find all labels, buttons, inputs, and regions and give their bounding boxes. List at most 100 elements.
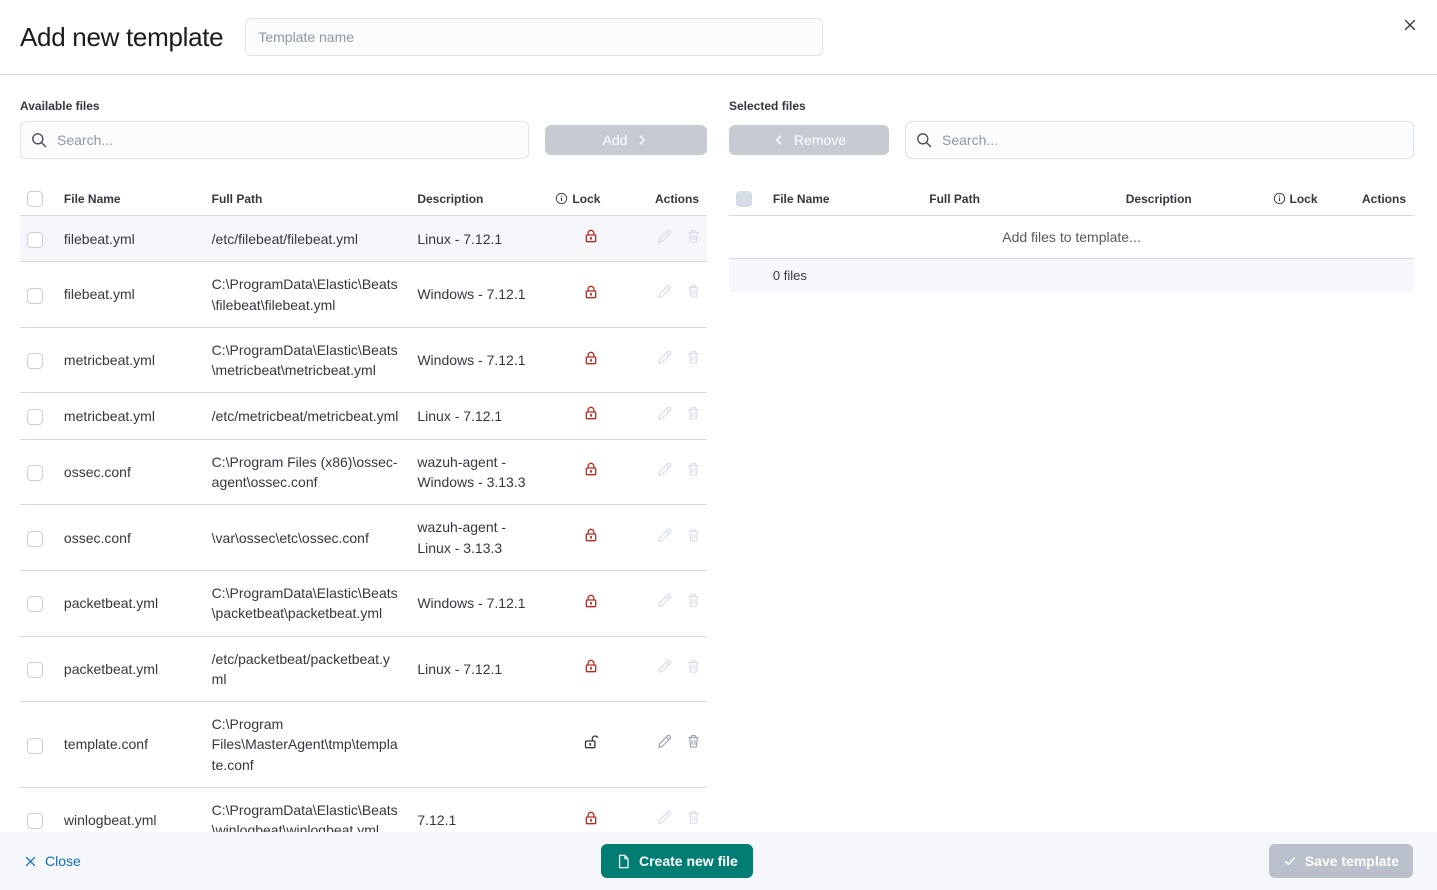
delete-trash-icon[interactable] [686, 350, 701, 365]
save-button-label: Save template [1305, 853, 1399, 869]
delete-trash-icon[interactable] [686, 462, 701, 477]
column-header-description: Description [409, 183, 547, 216]
column-header-lock: Lock [1265, 183, 1354, 216]
edit-pencil-icon[interactable] [657, 810, 672, 825]
selected-controls: Remove [729, 121, 1414, 159]
row-checkbox[interactable] [27, 353, 43, 369]
file-row: metricbeat.yml/etc/metricbeat/metricbeat… [20, 393, 707, 439]
remove-button-label: Remove [794, 132, 846, 148]
row-checkbox[interactable] [27, 662, 43, 678]
file-row: template.confC:\Program Files\MasterAgen… [20, 702, 707, 788]
empty-table-message: Add files to template... [729, 216, 1414, 259]
description-cell: wazuh-agent - Linux - 3.13.3 [409, 505, 547, 571]
modal-header: Add new template [0, 0, 1437, 75]
available-controls: Add [20, 121, 707, 159]
lock-closed-icon [583, 658, 599, 674]
edit-pencil-icon[interactable] [657, 462, 672, 477]
file-row: packetbeat.yml/etc/packetbeat/packetbeat… [20, 636, 707, 702]
delete-trash-icon[interactable] [686, 593, 701, 608]
select-all-checkbox-disabled [736, 191, 752, 207]
column-header-full-path: Full Path [204, 183, 410, 216]
delete-trash-icon[interactable] [686, 284, 701, 299]
delete-trash-icon[interactable] [686, 734, 701, 749]
remove-button[interactable]: Remove [729, 125, 889, 155]
edit-pencil-icon[interactable] [657, 734, 672, 749]
delete-trash-icon[interactable] [686, 810, 701, 825]
selected-search-input[interactable] [905, 121, 1414, 159]
close-x-icon [24, 855, 37, 868]
description-cell: Windows - 7.12.1 [409, 327, 547, 393]
close-icon[interactable] [1401, 16, 1419, 34]
lock-closed-icon [583, 284, 599, 300]
file-row: ossec.confC:\Program Files (x86)\ossec-a… [20, 439, 707, 505]
row-checkbox[interactable] [27, 409, 43, 425]
lock-closed-icon [583, 810, 599, 826]
column-header-file-name: File Name [765, 183, 921, 216]
template-name-input[interactable] [245, 18, 823, 56]
selected-files-table: File Name Full Path Description Lock Act… [729, 183, 1414, 292]
file-name-cell: template.conf [56, 702, 204, 788]
row-checkbox[interactable] [27, 232, 43, 248]
selected-search [905, 121, 1414, 159]
info-icon [555, 192, 568, 205]
row-checkbox[interactable] [27, 738, 43, 754]
available-files-label: Available files [20, 99, 707, 113]
column-header-actions: Actions [1354, 183, 1414, 216]
delete-trash-icon[interactable] [686, 528, 701, 543]
file-name-cell: filebeat.yml [56, 262, 204, 328]
full-path-cell: C:\Program Files (x86)\ossec-agent\ossec… [204, 439, 410, 505]
row-checkbox[interactable] [27, 465, 43, 481]
full-path-cell: /etc/metricbeat/metricbeat.yml [204, 393, 410, 439]
description-cell: Windows - 7.12.1 [409, 570, 547, 636]
add-button-label: Add [603, 132, 628, 148]
file-name-cell: ossec.conf [56, 505, 204, 571]
edit-pencil-icon[interactable] [657, 528, 672, 543]
selected-table-header-row: File Name Full Path Description Lock Act… [729, 183, 1414, 216]
file-row: filebeat.ymlC:\ProgramData\Elastic\Beats… [20, 262, 707, 328]
full-path-cell: C:\ProgramData\Elastic\Beats\packetbeat\… [204, 570, 410, 636]
row-checkbox[interactable] [27, 813, 43, 829]
row-checkbox[interactable] [27, 288, 43, 304]
close-button[interactable]: Close [24, 853, 81, 869]
lock-open-icon [583, 734, 599, 750]
edit-pencil-icon[interactable] [657, 406, 672, 421]
file-name-cell: metricbeat.yml [56, 393, 204, 439]
chevron-right-icon [635, 133, 649, 147]
add-button[interactable]: Add [545, 125, 707, 155]
empty-table-row: Add files to template... [729, 216, 1414, 259]
file-row: filebeat.yml/etc/filebeat/filebeat.ymlLi… [20, 216, 707, 262]
available-search [20, 121, 529, 159]
row-checkbox[interactable] [27, 531, 43, 547]
lock-header-label: Lock [1290, 192, 1318, 206]
available-files-tbody: filebeat.yml/etc/filebeat/filebeat.ymlLi… [20, 216, 707, 854]
edit-pencil-icon[interactable] [657, 593, 672, 608]
modal-body: Available files Add File Name [0, 75, 1437, 887]
edit-pencil-icon[interactable] [657, 659, 672, 674]
create-button-label: Create new file [639, 853, 738, 869]
file-name-cell: packetbeat.yml [56, 636, 204, 702]
close-button-label: Close [45, 853, 81, 869]
edit-pencil-icon[interactable] [657, 284, 672, 299]
selected-files-count: 0 files [765, 259, 1414, 293]
select-all-checkbox[interactable] [27, 191, 43, 207]
edit-pencil-icon[interactable] [657, 350, 672, 365]
file-row: ossec.conf\var\ossec\etc\ossec.confwazuh… [20, 505, 707, 571]
file-row: metricbeat.ymlC:\ProgramData\Elastic\Bea… [20, 327, 707, 393]
selected-table-footer: 0 files [729, 259, 1414, 293]
description-cell: wazuh-agent - Windows - 3.13.3 [409, 439, 547, 505]
delete-trash-icon[interactable] [686, 229, 701, 244]
available-files-panel: Available files Add File Name [20, 99, 707, 887]
file-row: packetbeat.ymlC:\ProgramData\Elastic\Bea… [20, 570, 707, 636]
available-search-input[interactable] [20, 121, 529, 159]
column-header-file-name: File Name [56, 183, 204, 216]
lock-closed-icon [583, 527, 599, 543]
delete-trash-icon[interactable] [686, 406, 701, 421]
delete-trash-icon[interactable] [686, 659, 701, 674]
column-header-full-path: Full Path [921, 183, 1117, 216]
full-path-cell: /etc/filebeat/filebeat.yml [204, 216, 410, 262]
modal-footer-bar: Close Create new file Save template [0, 832, 1437, 890]
save-template-button[interactable]: Save template [1269, 844, 1413, 878]
create-new-file-button[interactable]: Create new file [601, 844, 753, 878]
edit-pencil-icon[interactable] [657, 229, 672, 244]
row-checkbox[interactable] [27, 596, 43, 612]
